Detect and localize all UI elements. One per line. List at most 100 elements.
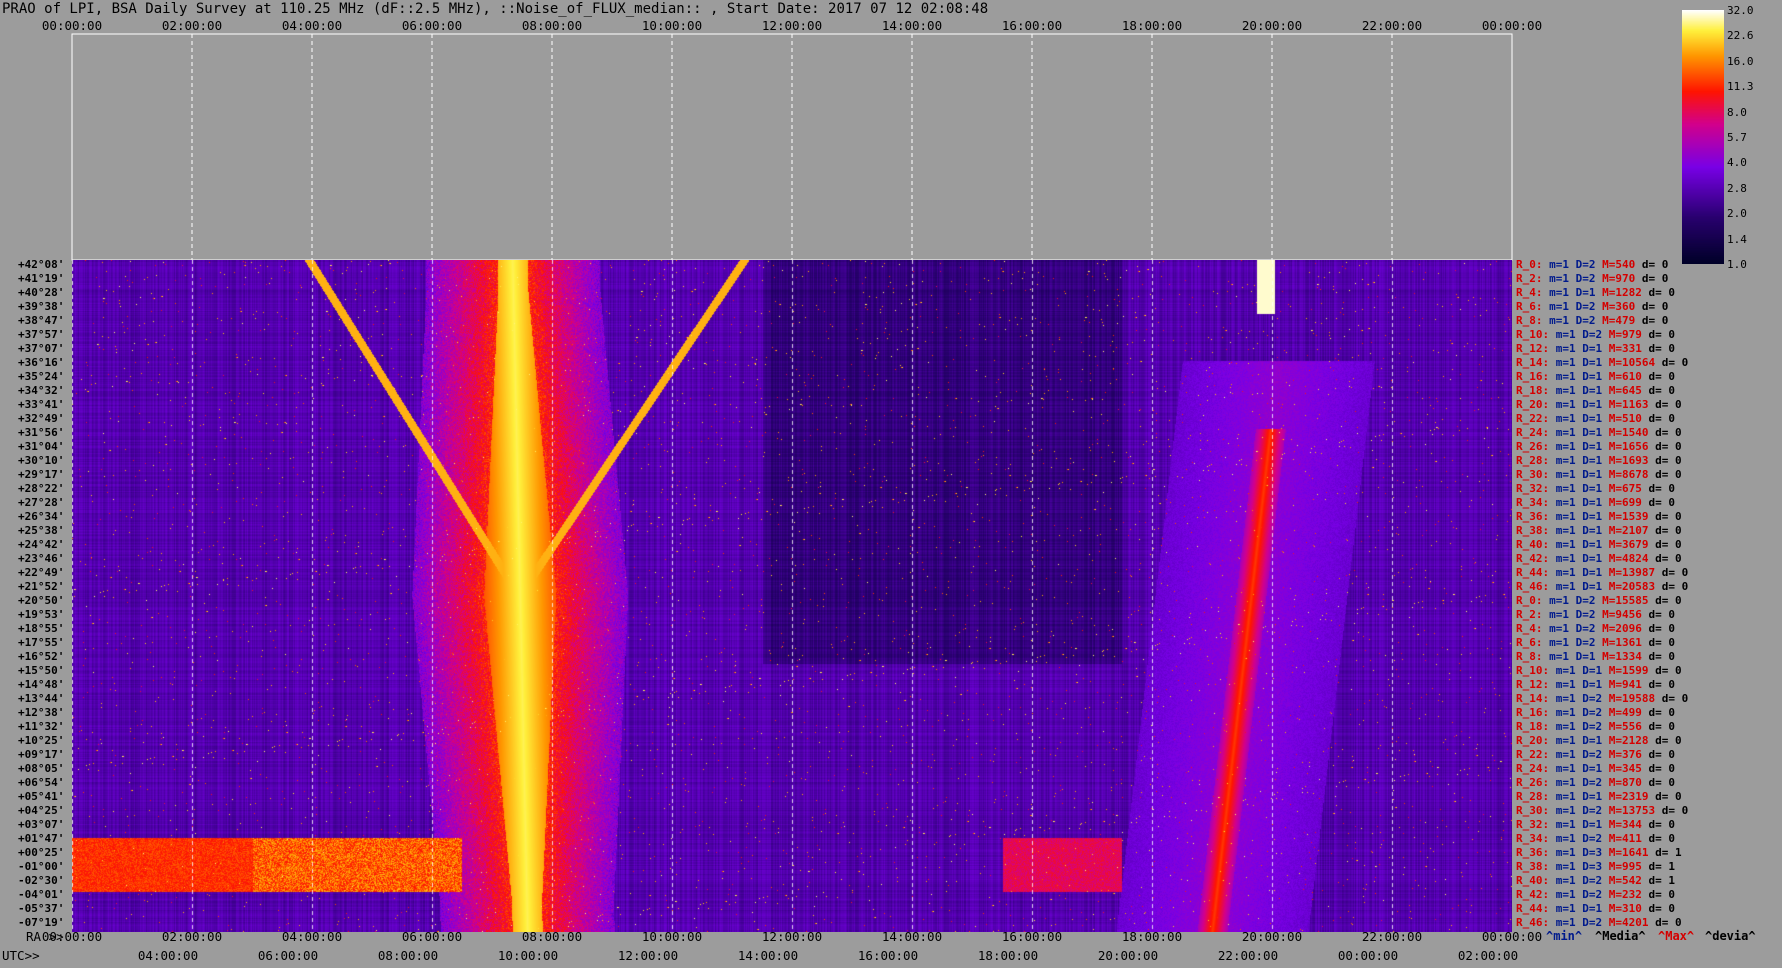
row-stat-M: M=3679 (1608, 538, 1656, 551)
row-stat: R_38: m=1 D=1 M=2107 d= 0 (1516, 524, 1682, 537)
declination-label: +37°07' (18, 342, 65, 355)
row-stat-m: m=1 (1555, 776, 1583, 789)
row-stat-d: D=1 (1582, 538, 1609, 551)
row-stat-m: m=1 (1555, 664, 1583, 677)
row-stat-m: m=1 (1555, 342, 1583, 355)
row-stat: R_34: m=1 D=1 M=699 d= 0 (1516, 496, 1675, 509)
declination-label: +31°56' (18, 426, 65, 439)
declination-label: -04°01' (18, 888, 65, 901)
row-stat-r: R_34: (1516, 832, 1556, 845)
row-stat-r: R_20: (1516, 398, 1556, 411)
declination-label: +32°49' (18, 412, 65, 425)
row-stat-r: R_36: (1516, 510, 1556, 523)
row-stat-M: M=13987 (1608, 566, 1662, 579)
row-stat-m: m=1 (1555, 412, 1583, 425)
declination-label: +36°16' (18, 356, 65, 369)
row-stat: R_12: m=1 D=1 M=941 d= 0 (1516, 678, 1675, 691)
declination-label: +17°55' (18, 636, 65, 649)
ra-tick-label: 04:00:00 (281, 929, 343, 944)
row-stat: R_28: m=1 D=1 M=1693 d= 0 (1516, 454, 1682, 467)
row-stat: R_0: m=1 D=2 M=540 d= 0 (1516, 258, 1668, 271)
row-stat: R_2: m=1 D=2 M=9456 d= 0 (1516, 608, 1675, 621)
row-stat: R_36: m=1 D=3 M=1641 d= 1 (1516, 846, 1682, 859)
row-stat-v: d= 0 (1648, 412, 1676, 425)
row-stat-d: D=2 (1582, 748, 1609, 761)
row-stat-v: d= 0 (1648, 762, 1676, 775)
row-stat-m: m=1 (1555, 846, 1583, 859)
row-stat-M: M=870 (1608, 776, 1649, 789)
ra-tick-label: 12:00:00 (761, 929, 823, 944)
row-stat-M: M=1282 (1602, 286, 1649, 299)
row-stat-d: D=2 (1582, 874, 1609, 887)
utc-tick-label: 04:00:00 (137, 948, 199, 963)
row-stat: R_20: m=1 D=1 M=2128 d= 0 (1516, 734, 1682, 747)
row-stat-d: D=2 (1582, 692, 1609, 705)
declination-label: +21°52' (18, 580, 65, 593)
row-stat-m: m=1 (1555, 538, 1583, 551)
row-stat-r: R_46: (1516, 916, 1556, 929)
row-stat: R_14: m=1 D=2 M=19588 d= 0 (1516, 692, 1688, 705)
row-stat-v: d= 0 (1655, 594, 1682, 607)
row-stat-v: d= 0 (1641, 314, 1669, 327)
row-stat-r: R_12: (1516, 678, 1556, 691)
row-stat-v: d= 0 (1648, 776, 1676, 789)
row-stat: R_20: m=1 D=1 M=1163 d= 0 (1516, 398, 1682, 411)
declination-label: +18°55' (18, 622, 65, 635)
row-stat-m: m=1 (1555, 454, 1583, 467)
colorbar-tick-label: 1.0 (1727, 258, 1747, 271)
row-stat-m: m=1 (1555, 804, 1583, 817)
row-stat-d: D=1 (1582, 524, 1609, 537)
row-stat-v: d= 0 (1648, 482, 1676, 495)
row-stat-r: R_30: (1516, 804, 1556, 817)
ra-tick-label: 08:00:00 (521, 929, 583, 944)
declination-label: +41°19' (18, 272, 65, 285)
utc-tick-label: 16:00:00 (857, 948, 919, 963)
row-stat-M: M=331 (1608, 342, 1649, 355)
row-stat: R_28: m=1 D=1 M=2319 d= 0 (1516, 790, 1682, 803)
row-stat-r: R_32: (1516, 818, 1556, 831)
declination-label: +38°47' (18, 314, 65, 327)
declination-label: +05°41' (18, 790, 65, 803)
row-stat-M: M=10564 (1608, 356, 1662, 369)
row-stat-d: D=2 (1582, 832, 1609, 845)
row-stat-v: d= 0 (1648, 342, 1676, 355)
row-stat-r: R_32: (1516, 482, 1556, 495)
colorbar-tick-label: 4.0 (1727, 156, 1747, 170)
row-stat-r: R_40: (1516, 874, 1556, 887)
row-stat-m: m=1 (1555, 496, 1583, 509)
ra-tick-label: 06:00:00 (401, 929, 463, 944)
ra-tick-label: 18:00:00 (1121, 929, 1183, 944)
row-stat-M: M=15585 (1602, 594, 1656, 607)
row-stat-m: m=1 (1555, 762, 1583, 775)
row-stat: R_10: m=1 D=1 M=1599 d= 0 (1516, 664, 1682, 677)
row-stat-r: R_38: (1516, 524, 1556, 537)
row-stat: R_46: m=1 D=2 M=4201 d= 0 (1516, 916, 1682, 929)
row-stat-M: M=2319 (1608, 790, 1656, 803)
row-stat-M: M=510 (1608, 412, 1649, 425)
row-stat-m: m=1 (1549, 314, 1576, 327)
utc-tick-label: 00:00:00 (1337, 948, 1399, 963)
row-stat-M: M=1539 (1608, 510, 1656, 523)
row-stat-M: M=20583 (1608, 580, 1662, 593)
row-stat-v: d= 0 (1641, 272, 1669, 285)
utc-tick-label: 02:00:00 (1457, 948, 1519, 963)
row-stat-v: d= 0 (1655, 734, 1682, 747)
row-stat-m: m=1 (1555, 384, 1583, 397)
row-stat-d: D=2 (1575, 258, 1603, 271)
heatmap-plot[interactable] (72, 260, 1512, 932)
row-stat-r: R_4: (1516, 286, 1550, 299)
row-stat-v: d= 0 (1655, 552, 1682, 565)
row-stat-m: m=1 (1555, 678, 1583, 691)
row-stat-M: M=1656 (1608, 440, 1656, 453)
row-stat: R_40: m=1 D=1 M=3679 d= 0 (1516, 538, 1682, 551)
row-stat-d: D=2 (1582, 706, 1609, 719)
row-stat-m: m=1 (1555, 790, 1583, 803)
row-stat-v: d= 0 (1648, 678, 1676, 691)
declination-label: +33°41' (18, 398, 65, 411)
row-stat-m: m=1 (1549, 608, 1576, 621)
row-stat: R_26: m=1 D=2 M=870 d= 0 (1516, 776, 1675, 789)
row-stat-M: M=479 (1602, 314, 1642, 327)
utc-tick-label: 12:00:00 (617, 948, 679, 963)
row-stat-d: D=2 (1575, 272, 1603, 285)
row-stat-d: D=2 (1575, 314, 1603, 327)
